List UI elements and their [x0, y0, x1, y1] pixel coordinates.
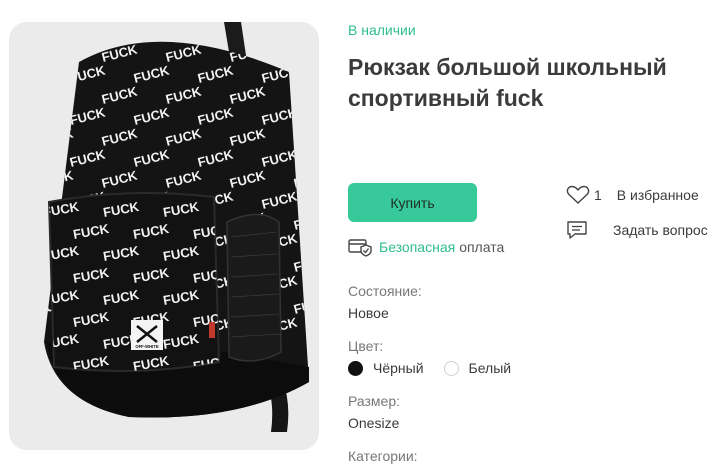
color-label: Цвет:: [348, 338, 384, 354]
ask-question-button[interactable]: Задать вопрос: [566, 220, 708, 240]
backpack-illustration: FUCK FUCKFUCK FUCK FUCK FUCKFUCK FUCK FUCKFUCK…: [9, 22, 319, 450]
safe-payment: Безопасная оплата: [348, 237, 504, 257]
condition-label: Состояние:: [348, 283, 422, 299]
badge-text: OFF-WHITE: [135, 344, 158, 349]
safe-payment-text: оплата: [459, 239, 505, 255]
favorite-button[interactable]: 1 В избранное: [566, 185, 699, 205]
brand-badge: OFF-WHITE: [131, 320, 163, 350]
color-option-black[interactable]: Чёрный: [348, 360, 424, 376]
color-options: Чёрный Белый: [348, 360, 531, 376]
safe-payment-link[interactable]: Безопасная: [379, 239, 455, 255]
color-option-white[interactable]: Белый: [443, 360, 512, 376]
color-swatch-black: [348, 360, 363, 376]
color-option-label: Белый: [468, 360, 512, 376]
color-option-label: Чёрный: [373, 360, 424, 376]
heart-icon: [566, 185, 590, 204]
favorite-label: В избранное: [616, 187, 699, 203]
condition-value: Новое: [348, 305, 389, 321]
color-swatch-white: [443, 360, 459, 376]
buy-button[interactable]: Купить: [348, 183, 477, 222]
ask-question-label: Задать вопрос: [613, 222, 708, 238]
product-page: FUCK FUCK FUCK FUCK FUCK FUCK FUCK FUCK FUCK FUCK…: [0, 0, 723, 468]
product-title: Рюкзак большой школьный спортивный fuck: [348, 54, 667, 111]
safe-payment-icon: [348, 239, 372, 257]
chat-icon: [567, 221, 587, 239]
availability-status: В наличии: [348, 22, 416, 38]
product-image[interactable]: FUCK FUCK FUCK FUCK FUCK FUCK FUCK FUCK FUCK FUCK…: [9, 22, 319, 450]
size-label: Размер:: [348, 393, 401, 409]
favorite-count: 1: [594, 187, 602, 203]
size-value: Onesize: [348, 415, 400, 431]
categories-label: Категории:: [348, 448, 418, 464]
